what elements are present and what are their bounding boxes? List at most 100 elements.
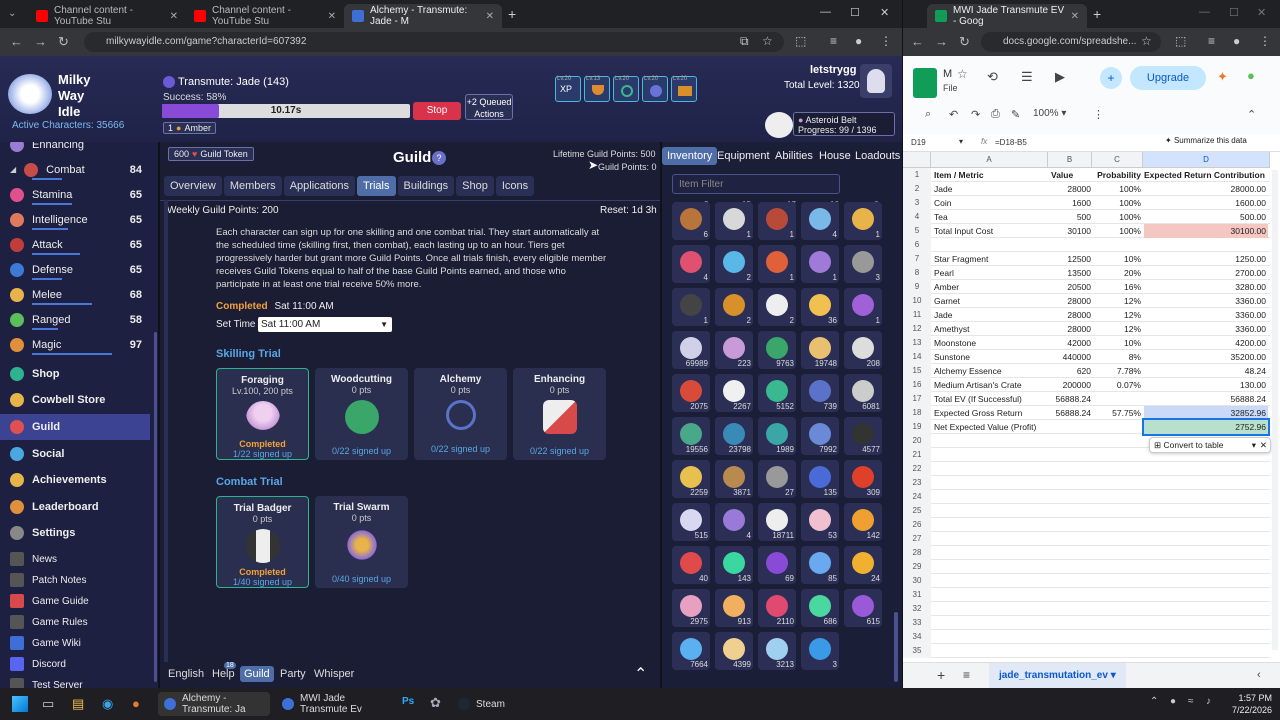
menu-icon[interactable]: ⋮ [880,34,892,48]
main-scrollbar[interactable] [164,200,168,680]
trial-card-enhancing[interactable]: Enhancing 0 pts 0/22 signed up [513,368,606,460]
inventory-item[interactable]: 4 [801,202,839,240]
inventory-item[interactable]: 27 [758,460,796,498]
upgrade-button[interactable]: Upgrade [1130,66,1206,90]
cell-c[interactable]: 100% [1093,182,1141,196]
row-number[interactable]: 27 [903,532,931,546]
inventory-item[interactable]: 9763 [758,331,796,369]
tab-abilities[interactable]: Abilities [770,147,818,165]
volume-icon[interactable]: ♪ [1206,696,1211,707]
sidebar-item-attack[interactable]: Attack 65 [0,232,150,257]
column-header-d[interactable]: D [1143,152,1270,168]
row-number[interactable]: 34 [903,630,931,644]
paint-format-icon[interactable]: ✎ [1011,108,1020,121]
close-window-icon[interactable]: ✕ [880,6,889,19]
collapse-toolbar-icon[interactable]: ⌃ [1247,108,1256,121]
cell-c[interactable]: Probability [1093,168,1141,182]
inventory-item[interactable]: 18711 [758,503,796,541]
cell-b[interactable]: 13500 [1051,266,1091,280]
formula-input[interactable]: =D18-B5 [995,138,1027,147]
inventory-item[interactable]: 1 [672,288,710,326]
row-number[interactable]: 15 [903,364,931,378]
sidebar-item-settings[interactable]: Settings [0,520,150,546]
wifi-icon[interactable]: ≈ [1188,696,1194,707]
all-sheets-icon[interactable]: ≡ [963,668,970,682]
zoom-select[interactable]: 100% ▾ [1033,108,1066,119]
doc-title[interactable]: M [943,68,952,80]
inventory-item[interactable]: 69 [758,546,796,584]
inventory-item[interactable]: 85 [801,546,839,584]
row-number[interactable]: 35 [903,644,931,658]
column-header-a[interactable]: A [931,152,1048,168]
inventory-item[interactable]: 6 [672,202,710,240]
app-icon[interactable]: ✿ [430,695,441,711]
sidebar-item-guild[interactable]: Guild [0,414,150,440]
link-game-wiki[interactable]: Game Wiki [0,633,150,653]
cell-a[interactable]: Jade [934,182,1050,196]
chest-buff-icon[interactable]: Lv.20 [671,76,697,102]
sheet-scroll-left-icon[interactable]: ‹ [1257,669,1261,681]
inventory-item[interactable]: 4 [672,245,710,283]
corner-header[interactable] [903,152,931,168]
row-number[interactable]: 1 [903,168,931,182]
cell-c[interactable]: 12% [1093,294,1141,308]
cell-c[interactable]: 10% [1093,336,1141,350]
inventory-item[interactable]: 7664 [672,632,710,670]
cell-d[interactable]: Expected Return Contribution [1144,168,1268,182]
trial-card-badger[interactable]: Trial Badger 0 pts Completed 1/40 signed… [216,496,309,588]
inventory-item[interactable]: 19748 [801,331,839,369]
search-icon[interactable]: ⌕ [925,108,931,121]
tab-overview[interactable]: Overview [164,176,222,196]
inventory-item[interactable]: 3213 [758,632,796,670]
taskbar-item-sheets[interactable]: MWI Jade Transmute Ev [276,692,394,716]
column-header-b[interactable]: B [1048,152,1092,168]
cell-a[interactable]: Amber [934,280,1050,294]
pot-buff-icon[interactable]: Lv.13 [584,76,610,102]
inventory-item[interactable]: 5152 [758,374,796,412]
cell-d[interactable]: 30100.00 [1144,224,1268,238]
cell-a[interactable]: Alchemy Essence [934,364,1050,378]
task-view-icon[interactable]: ▭ [42,696,54,712]
cell-b[interactable]: 28000 [1051,322,1091,336]
efficiency-buff-icon[interactable]: Lv.20 [613,76,639,102]
inventory-item[interactable]: 143 [715,546,753,584]
cell-a[interactable]: Net Expected Value (Profit) [934,420,1050,434]
alchemy-buff-icon[interactable]: Lv.20 [642,76,668,102]
cell-d[interactable]: 1600.00 [1144,196,1268,210]
cell-a[interactable]: Coin [934,196,1050,210]
inventory-item[interactable]: 913 [715,589,753,627]
inventory-item[interactable]: 7992 [801,417,839,455]
forward-icon[interactable]: → [935,34,948,49]
tab-icons[interactable]: Icons [495,176,535,196]
inventory-item[interactable]: 6081 [844,374,882,412]
tab-members[interactable]: Members [223,176,282,196]
cell-c[interactable]: 100% [1093,210,1141,224]
xp-buff-icon[interactable]: XP Lv.20 [555,76,581,102]
minimize-icon[interactable]: — [820,6,831,18]
avatar[interactable] [860,64,892,98]
url-field[interactable]: milkywayidle.com/game?characterId=607392 [84,32,784,52]
inventory-item[interactable]: 4577 [844,417,882,455]
cell-d[interactable]: 2752.96 [1142,418,1270,436]
inventory-item[interactable]: 23798 [715,417,753,455]
clock[interactable]: 1:57 PM 7/22/2026 [1222,692,1272,716]
minimize-icon[interactable]: — [1199,6,1210,18]
menu-icon[interactable]: ⋮ [1259,34,1271,48]
sidebar-item-intelligence[interactable]: Intelligence 65 [0,207,150,232]
cell-a[interactable]: Star Fragment [934,252,1050,266]
cell-c[interactable]: 57.75% [1093,406,1141,420]
row-number[interactable]: 21 [903,448,931,462]
row-number[interactable]: 28 [903,546,931,560]
redo-icon[interactable]: ↷ [971,108,980,121]
cell-a[interactable]: Medium Artisan's Crate [934,378,1050,392]
row-number[interactable]: 18 [903,406,931,420]
chat-tab-english[interactable]: English [164,666,208,682]
link-discord[interactable]: Discord [0,654,150,674]
cell-b[interactable]: 620 [1051,364,1091,378]
extensions-icon[interactable]: ⬚ [1175,34,1186,48]
sidebar-item-cowbell-store[interactable]: Cowbell Store [0,387,150,413]
bookmark-star-icon[interactable]: ☆ [1141,34,1152,48]
cell-b[interactable]: 28000 [1051,182,1091,196]
row-number[interactable]: 33 [903,616,931,630]
inventory-item[interactable]: 1 [844,202,882,240]
